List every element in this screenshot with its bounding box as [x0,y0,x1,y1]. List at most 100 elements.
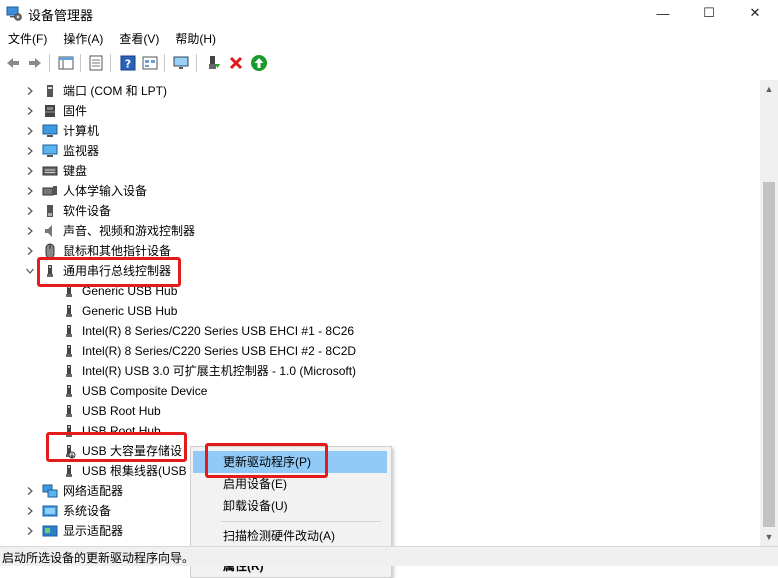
tree-category-usb[interactable]: 通用串行总线控制器 [0,261,760,281]
update-driver-button[interactable] [203,53,223,73]
usb-icon [66,385,72,397]
tree-category-label: 网络适配器 [63,484,124,498]
toolbar: ? [0,51,778,75]
help-icon: ? [120,55,136,71]
tree-device[interactable]: Intel(R) 8 Series/C220 Series USB EHCI #… [0,321,760,341]
tree-device-label: USB Root Hub [82,404,161,418]
window-title: 设备管理器 [28,8,94,23]
tree-device[interactable]: USB Composite Device [0,381,760,401]
tree-category-label: 监视器 [63,144,100,158]
scroll-up-icon[interactable]: ▲ [764,84,774,94]
console-tree-icon [58,56,74,70]
monitor-scan-icon [173,56,189,69]
tree-category[interactable]: 键盘 [0,161,760,181]
view-icon [142,56,158,70]
firmware-icon [45,105,55,117]
back-button[interactable] [3,53,23,73]
chevron-right-icon[interactable] [26,167,34,175]
tree-category-label: 固件 [63,104,88,118]
port-icon [47,85,53,97]
device-manager-icon [6,6,22,21]
usb-driver-pending-icon [66,445,76,459]
tree-category[interactable]: 固件 [0,101,760,121]
enable-device-button[interactable] [249,53,269,73]
monitor-icon [42,144,58,157]
usb-icon [66,405,72,417]
tree-category-label: 鼠标和其他指针设备 [63,244,172,258]
tree-device[interactable]: Intel(R) 8 Series/C220 Series USB EHCI #… [0,341,760,361]
chevron-right-icon[interactable] [26,207,34,215]
tree-category-label: 人体学输入设备 [63,184,148,198]
chevron-right-icon[interactable] [26,107,34,115]
show-hide-tree-button[interactable] [56,53,76,73]
tree-category[interactable]: 声音、视频和游戏控制器 [0,221,760,241]
ctx-uninstall-device[interactable]: 卸载设备(U) [193,495,387,517]
chevron-right-icon[interactable] [26,227,34,235]
red-x-icon [229,56,243,70]
tree-category[interactable]: 监视器 [0,141,760,161]
computer-icon [42,124,58,137]
minimize-button[interactable]: — [640,0,686,26]
tree-device[interactable]: USB Root Hub [0,421,760,441]
ctx-scan-hardware[interactable]: 扫描检测硬件改动(A) [193,525,387,547]
title-bar: 设备管理器 — ☐ ✕ [0,0,778,26]
chevron-right-icon[interactable] [26,527,34,535]
menu-view[interactable]: 查看(V) [111,28,167,48]
chevron-right-icon[interactable] [26,127,34,135]
tree-category[interactable]: 端口 (COM 和 LPT) [0,81,760,101]
properties-button[interactable] [86,53,106,73]
vertical-scrollbar[interactable]: ▲ ▼ [760,80,778,546]
tree-category-label: 软件设备 [63,204,112,218]
tree-device-label: USB Composite Device [82,384,208,398]
maximize-button[interactable]: ☐ [686,0,732,26]
chevron-down-icon[interactable] [26,267,34,275]
chevron-right-icon[interactable] [26,247,34,255]
hid-icon [42,186,57,196]
tree-device[interactable]: Generic USB Hub [0,301,760,321]
forward-button[interactable] [25,53,45,73]
chevron-right-icon[interactable] [26,147,34,155]
back-arrow-icon [7,58,19,68]
green-up-arrow-icon [251,55,267,71]
chevron-right-icon[interactable] [26,487,34,495]
scan-hardware-button[interactable] [171,53,191,73]
maximize-icon: ☐ [703,5,715,20]
usb-icon [66,325,72,337]
usb-icon [66,345,72,357]
usb-icon [47,265,53,277]
tree-device[interactable]: Generic USB Hub [0,281,760,301]
chevron-right-icon[interactable] [26,187,34,195]
tree-device-label: USB 大容量存储设 [82,444,183,458]
tree-category[interactable]: 鼠标和其他指针设备 [0,241,760,261]
view-resources-button[interactable] [140,53,160,73]
usb-icon [66,425,72,437]
scroll-thumb[interactable] [763,182,775,527]
tree-category-label: 系统设备 [63,504,112,518]
menu-help[interactable]: 帮助(H) [167,28,224,48]
ctx-enable-device[interactable]: 启用设备(E) [193,473,387,495]
scroll-down-icon[interactable]: ▼ [764,532,774,542]
menu-action[interactable]: 操作(A) [55,28,111,48]
ctx-update-driver[interactable]: 更新驱动程序(P) [193,451,387,473]
tree-category-label: 计算机 [63,124,100,138]
tree-category-label: 键盘 [63,164,88,178]
tree-category-label: 端口 (COM 和 LPT) [63,84,167,98]
tree-device[interactable]: Intel(R) USB 3.0 可扩展主机控制器 - 1.0 (Microso… [0,361,760,381]
help-button[interactable]: ? [118,53,138,73]
system-device-icon [42,505,58,517]
close-button[interactable]: ✕ [732,0,778,26]
uninstall-device-button[interactable] [226,53,246,73]
tree-device-label: Generic USB Hub [82,304,178,318]
chevron-right-icon[interactable] [26,87,34,95]
usb-icon [66,285,72,297]
tree-device[interactable]: USB Root Hub [0,401,760,421]
tree-category[interactable]: 人体学输入设备 [0,181,760,201]
menu-file[interactable]: 文件(F) [0,28,55,48]
properties-icon [89,55,103,71]
tree-device-label: USB Root Hub [82,424,161,438]
tree-category[interactable]: 计算机 [0,121,760,141]
tree-device-label: Intel(R) 8 Series/C220 Series USB EHCI #… [82,324,355,338]
chevron-right-icon[interactable] [26,507,34,515]
tree-category[interactable]: 软件设备 [0,201,760,221]
tree-device-label: USB 根集线器(USB [82,464,187,478]
